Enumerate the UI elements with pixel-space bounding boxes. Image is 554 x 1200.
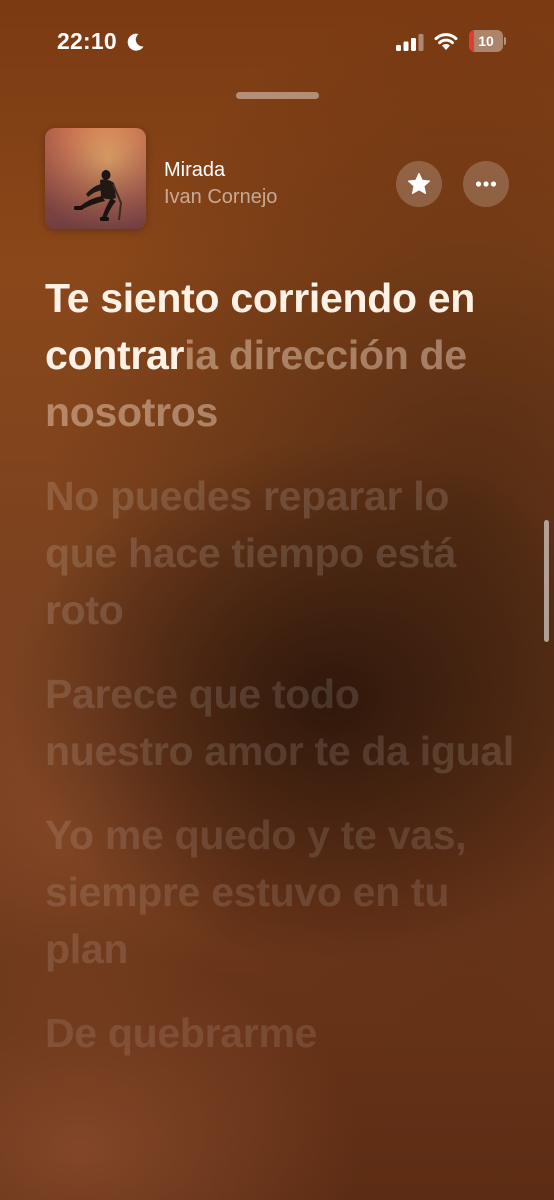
scroll-indicator[interactable] — [544, 520, 549, 642]
moon-icon — [127, 33, 144, 51]
lyrics-view[interactable]: Te siento corriendo en contraria direcci… — [45, 270, 515, 1089]
status-bar: 22:10 10 — [0, 0, 554, 82]
ellipsis-icon — [475, 181, 497, 187]
lyric-line[interactable]: No puedes reparar lo que hace tiempo est… — [45, 468, 515, 639]
lyric-line[interactable]: Yo me quedo y te vas, siempre estuvo en … — [45, 807, 515, 978]
sheet-grabber[interactable] — [236, 92, 319, 99]
wifi-icon — [434, 33, 458, 50]
battery-level: 10 — [478, 33, 494, 49]
signal-icon — [396, 34, 424, 51]
more-button[interactable] — [463, 161, 509, 207]
song-artist[interactable]: Ivan Cornejo — [164, 186, 277, 209]
lyric-line[interactable]: Parece que todo nuestro amor te da igual — [45, 666, 515, 780]
song-title[interactable]: Mirada — [164, 159, 225, 182]
album-artwork[interactable] — [45, 128, 146, 229]
battery-icon: 10 — [469, 30, 506, 52]
lyric-line-current[interactable]: Te siento corriendo en contraria direcci… — [45, 270, 515, 441]
status-time: 22:10 — [57, 28, 117, 54]
lyric-line[interactable]: De quebrarme — [45, 1005, 515, 1062]
favorite-button[interactable] — [396, 161, 442, 207]
star-icon — [407, 172, 431, 194]
